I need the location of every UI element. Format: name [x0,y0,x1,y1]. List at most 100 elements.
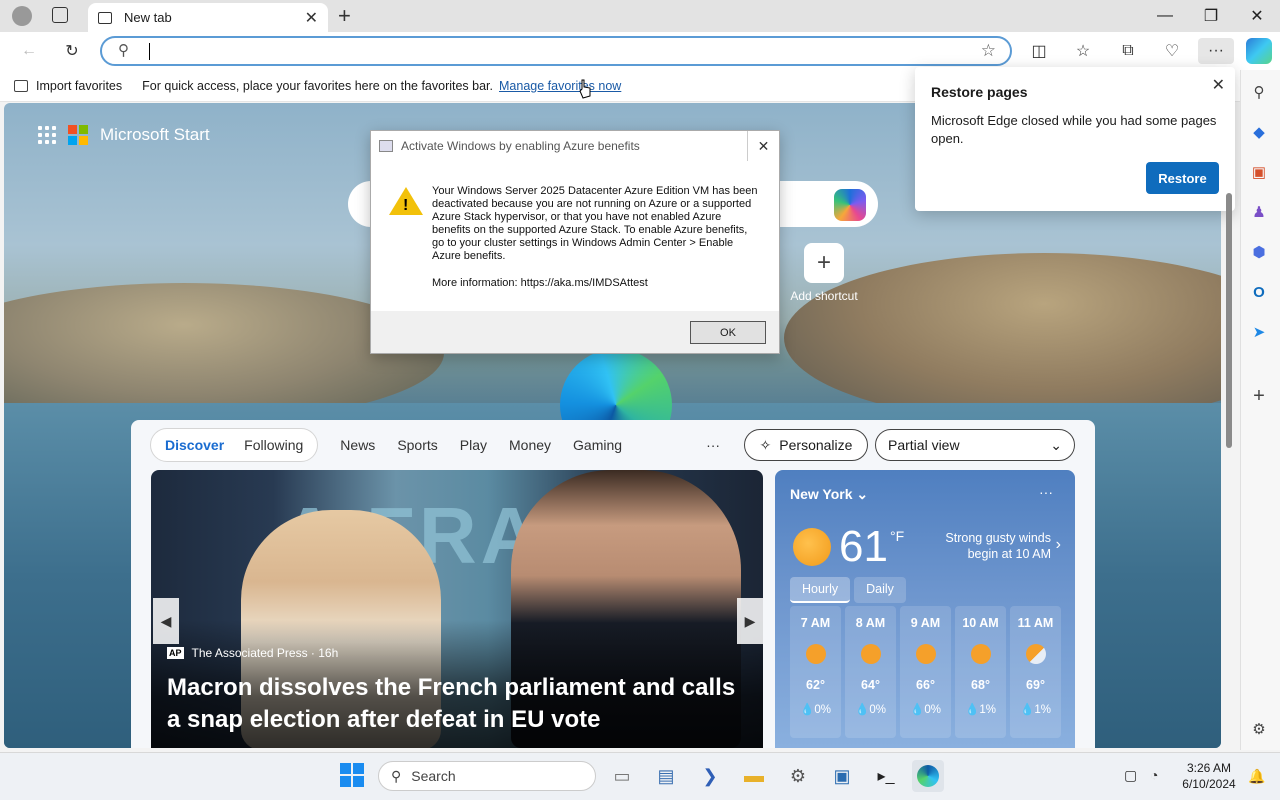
refresh-icon[interactable]: ↻ [57,38,87,64]
dialog-title: Activate Windows by enabling Azure benef… [401,139,640,153]
tab-daily[interactable]: Daily [854,577,906,603]
network-icon[interactable]: ◔ [1150,767,1158,783]
dialog-info: More information: https://aka.ms/IMDSAtt… [432,277,648,289]
tab-discover[interactable]: Discover [155,437,234,453]
feed-more-icon[interactable]: ··· [706,437,720,453]
search-icon: ⚲ [118,42,129,59]
terminal-icon[interactable]: ▸_ [870,760,902,792]
personalize-button[interactable]: ✧ Personalize [744,429,868,461]
sidebar-add-icon[interactable]: + [1248,385,1270,407]
address-bar[interactable]: ⚲ ☆ [100,36,1012,66]
browser-essentials-icon[interactable]: ♡ [1157,38,1187,64]
sparkle-icon: ✧ [759,436,772,453]
app-window-icon[interactable]: ▣ [826,760,858,792]
dialog-close-button[interactable]: ✕ [747,131,779,161]
sidebar-drop-icon[interactable]: ➤ [1248,321,1270,343]
chevron-down-icon: ⌄ [1050,436,1062,453]
restore-button[interactable]: Restore [1146,162,1219,194]
powershell-icon[interactable]: ❯ [694,760,726,792]
tab-hourly[interactable]: Hourly [790,577,851,603]
tab-actions-icon[interactable] [52,7,68,23]
notification-bell-icon[interactable]: 🔔 [1248,768,1265,785]
ok-button[interactable]: OK [690,321,766,344]
weather-alert[interactable]: Strong gusty winds begin at 10 AM [921,530,1051,562]
server-manager-icon[interactable]: ▤ [650,760,682,792]
scroll-thumb[interactable] [1226,193,1232,448]
profile-avatar[interactable] [12,6,32,26]
sidebar-settings-icon[interactable]: ⚙ [1248,718,1270,740]
sun-icon [793,528,831,566]
hour-item: 9 AM 66° 💧0% [900,606,951,738]
import-favorites-button[interactable]: Import favorites [14,79,122,93]
partly-cloudy-icon [1025,644,1046,664]
feed-link-money[interactable]: Money [509,437,551,453]
feed-link-play[interactable]: Play [460,437,487,453]
tab-close-icon[interactable]: ✕ [305,8,318,28]
restore-window-button[interactable]: ❐ [1188,0,1234,32]
hour-item: 8 AM 64° 💧0% [845,606,896,738]
feed-link-gaming[interactable]: Gaming [573,437,622,453]
tab-new-tab[interactable]: New tab ✕ [88,3,328,32]
activation-dialog: Activate Windows by enabling Azure benef… [370,130,780,354]
feed-navigation: Discover Following News Sports Play Mone… [150,428,720,462]
file-explorer-icon[interactable]: ▬ [738,760,770,792]
taskbar [0,752,1280,800]
edge-taskbar-icon[interactable] [912,760,944,792]
weather-city[interactable]: New York ⌄ [790,486,868,503]
close-window-button[interactable]: ✕ [1234,0,1280,32]
dialog-message: Your Windows Server 2025 Datacenter Azur… [432,185,758,262]
tab-following[interactable]: Following [234,437,313,453]
text-caret [149,43,150,60]
copilot-icon[interactable] [1246,38,1272,64]
sidebar-tools-icon[interactable]: ▣ [1248,161,1270,183]
settings-app-icon[interactable]: ⚙ [782,760,814,792]
weather-card[interactable]: New York ⌄ ··· 61 °F Strong gusty winds … [775,470,1075,748]
sidebar-microsoft365-icon[interactable]: ⬢ [1248,241,1270,263]
page-icon [98,11,112,24]
taskbar-search[interactable]: ⚲ Search [378,761,596,791]
settings-more-icon[interactable]: ··· [1198,38,1234,64]
dialog-body: ! Your Windows Server 2025 Datacenter Az… [371,161,779,311]
favorite-star-icon[interactable]: ☆ [981,41,996,61]
tab-title: New tab [124,10,172,25]
minimize-button[interactable]: — [1142,0,1188,32]
task-view-icon[interactable]: ▭ [606,760,638,792]
mouse-cursor-icon [579,79,591,99]
sidebar-games-icon[interactable]: ♟ [1248,201,1270,223]
dialog-title-bar: Activate Windows by enabling Azure benef… [371,131,779,161]
sidebar-outlook-icon[interactable]: O [1248,281,1270,303]
news-headline[interactable]: Macron dissolves the French parliament a… [167,672,747,736]
hour-item: 7 AM 62° 💧0% [790,606,841,738]
page-scrollbar[interactable] [1223,103,1235,748]
add-shortcut-label: Add shortcut [790,289,858,303]
back-arrow-icon[interactable]: ← [14,38,44,64]
personalize-label: Personalize [779,437,853,453]
view-select[interactable]: Partial view ⌄ [875,429,1075,461]
weather-more-icon[interactable]: ··· [1039,484,1053,500]
system-clock[interactable]: 3:26 AM 6/10/2024 [1180,760,1238,792]
collections-icon[interactable]: ⧉ [1113,38,1143,64]
prev-arrow-icon[interactable]: ◀ [153,598,179,644]
next-arrow-icon[interactable]: ▶ [737,598,763,644]
microsoft-logo-icon [68,125,88,145]
restore-pages-popup: Restore pages ✕ Microsoft Edge closed wh… [915,67,1235,211]
restore-title: Restore pages [931,84,1028,100]
manage-favorites-link[interactable]: Manage favorites now [499,79,621,93]
sidebar-shopping-icon[interactable]: ◆ [1248,121,1270,143]
copilot-search-icon[interactable] [834,189,866,221]
hour-item: 11 AM 69° 💧1% [1010,606,1061,738]
start-button-icon[interactable] [340,763,364,787]
view-select-value: Partial view [888,437,960,453]
sidebar-search-icon[interactable]: ⚲ [1248,81,1270,103]
feed-link-news[interactable]: News [340,437,375,453]
new-tab-plus-icon[interactable]: + [338,3,360,29]
news-card[interactable]: A FRANC ◀ ▶ AP The Associated Press · 16… [151,470,763,748]
chevron-right-icon[interactable]: › [1056,536,1061,554]
favorites-icon[interactable]: ☆ [1068,38,1098,64]
add-shortcut-button[interactable]: + Add shortcut [784,243,864,303]
notification-icon[interactable]: ▢ [1124,767,1137,784]
feed-link-sports[interactable]: Sports [397,437,437,453]
split-screen-icon[interactable]: ◫ [1024,38,1054,64]
app-launcher-icon[interactable] [38,126,56,144]
restore-close-icon[interactable]: ✕ [1212,75,1225,95]
